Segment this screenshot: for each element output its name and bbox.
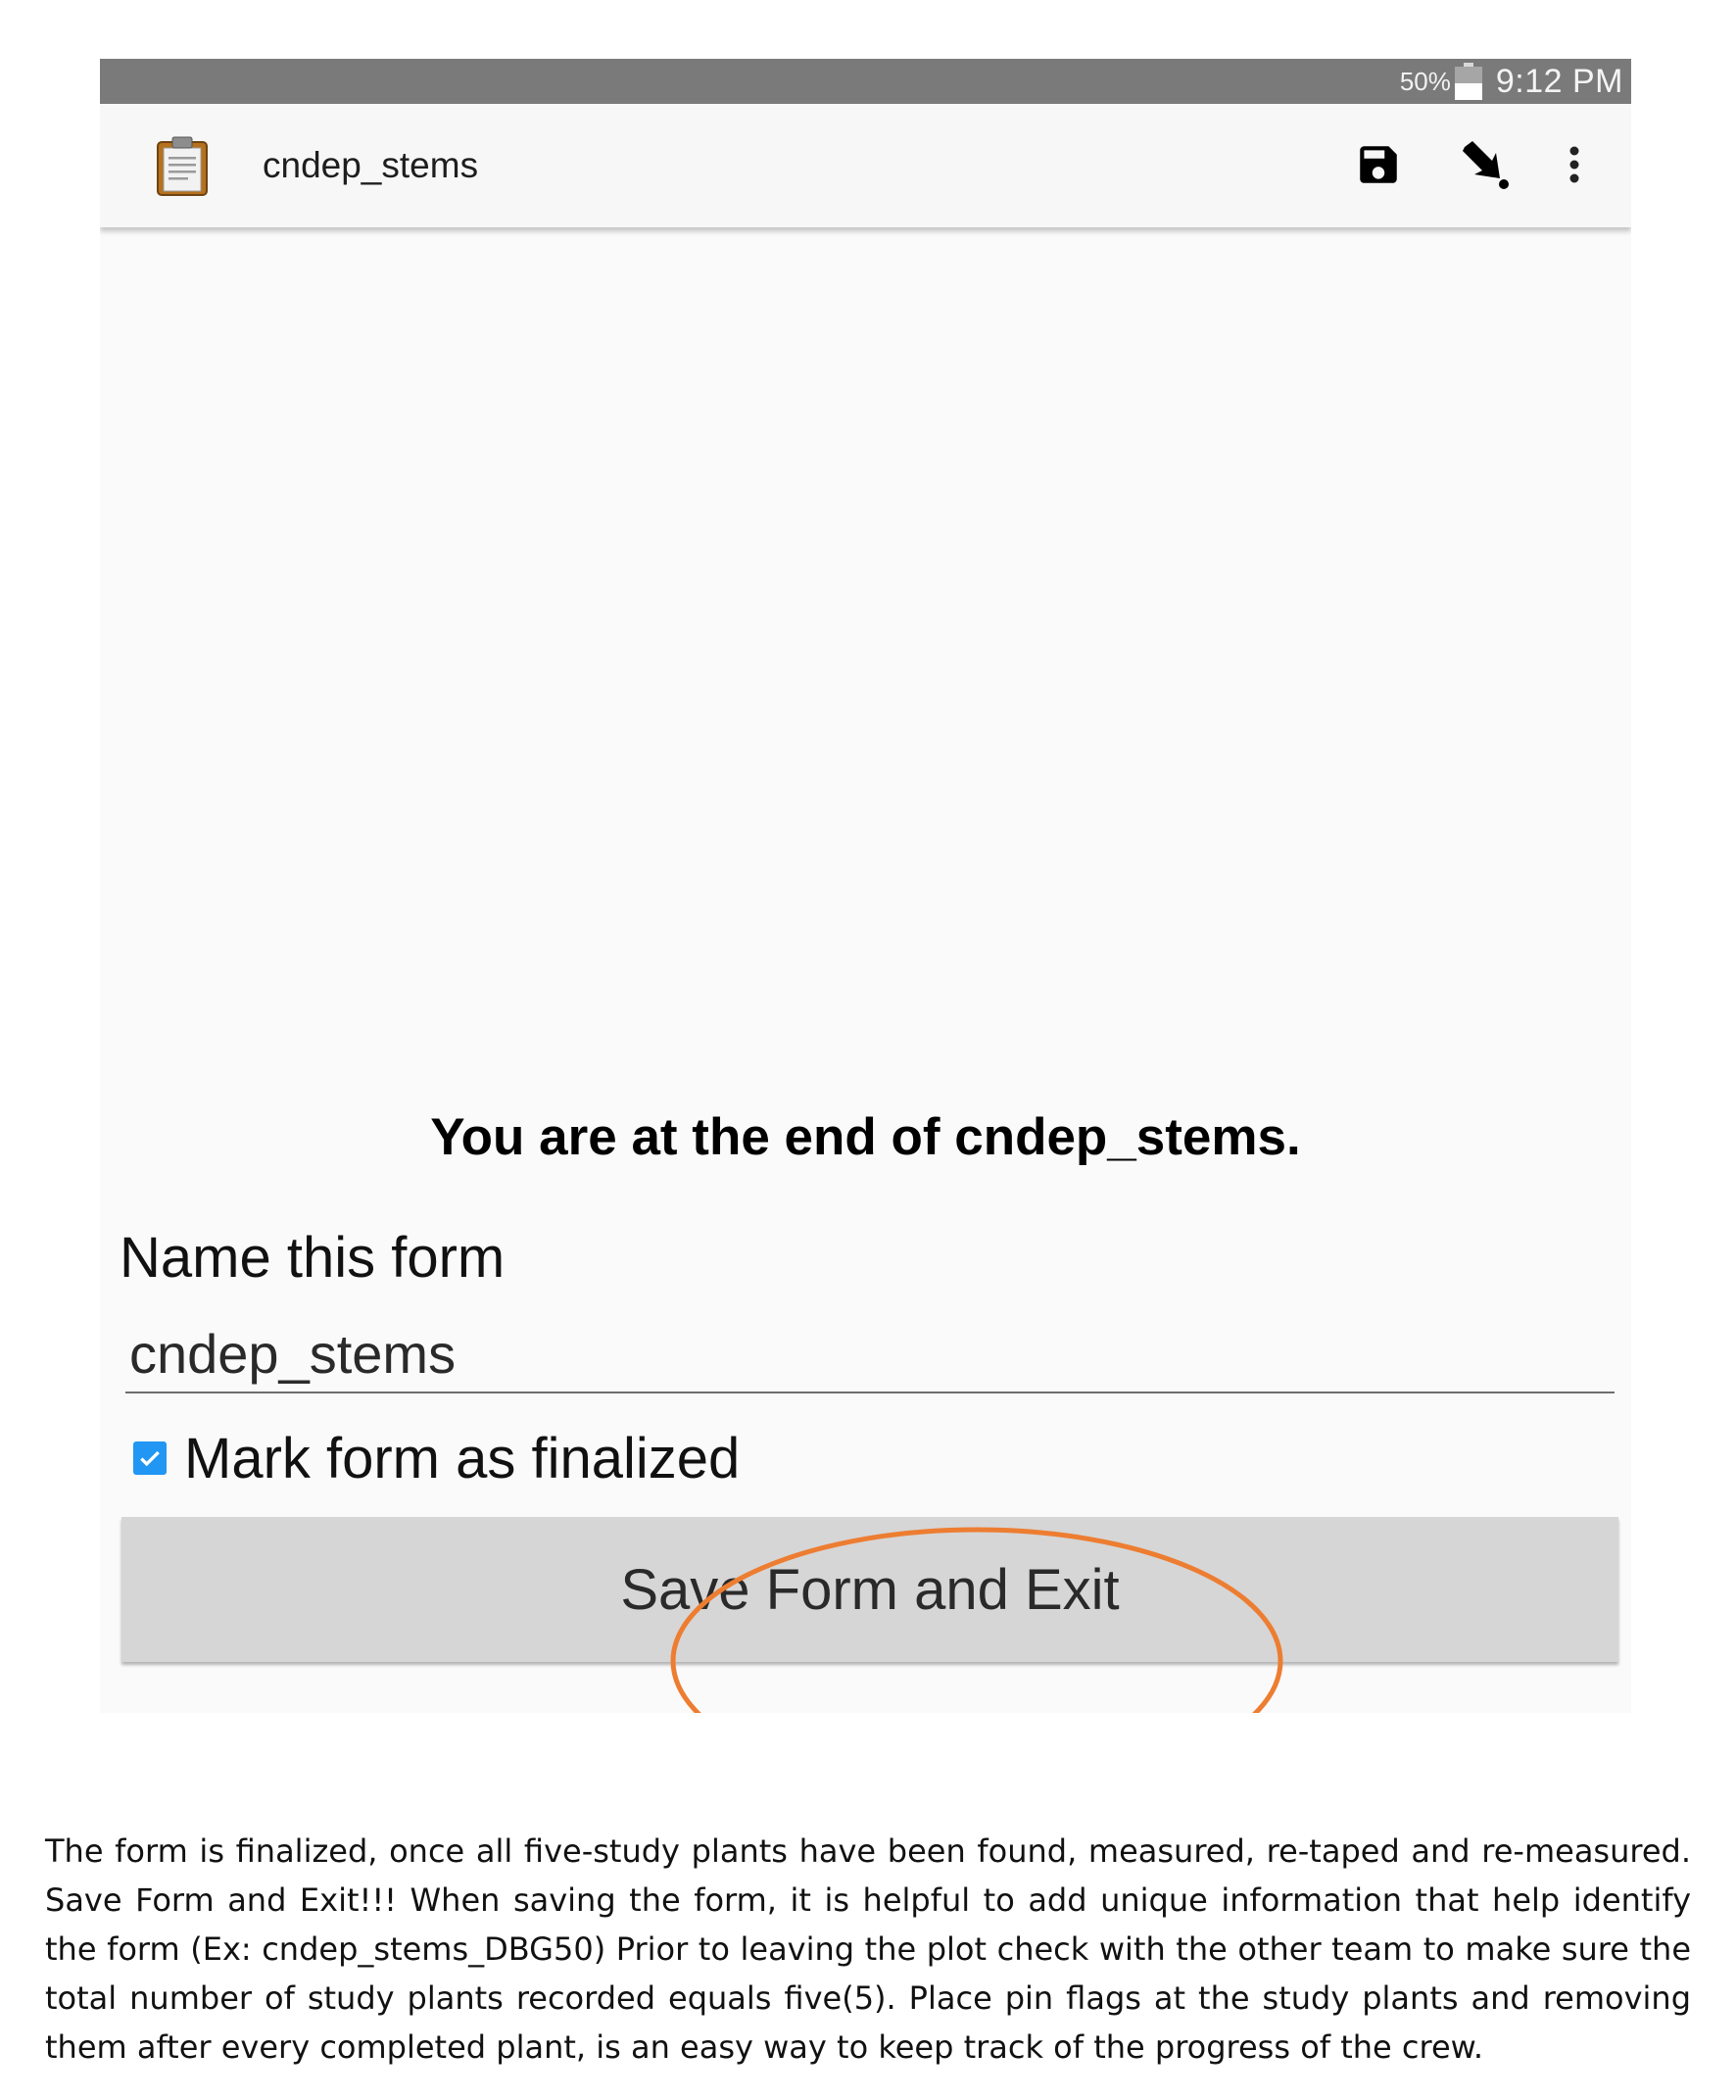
finalize-checkbox[interactable] [133,1441,167,1475]
jump-arrow-icon[interactable] [1452,131,1520,198]
name-form-label: Name this form [120,1226,506,1290]
finalize-checkbox-row[interactable]: Mark form as finalized [133,1419,740,1497]
app-screenshot: 50% 9:12 PM cndep_stems You are at the e… [100,59,1631,1713]
overflow-menu-icon[interactable] [1550,131,1599,198]
save-form-and-exit-button[interactable]: Save Form and Exit [121,1517,1618,1662]
clipboard-icon [155,135,210,196]
battery-percent: 50% [1399,66,1451,96]
finalize-checkbox-label: Mark form as finalized [184,1426,741,1490]
app-title: cndep_stems [263,145,479,185]
save-icon[interactable] [1344,131,1413,198]
battery-fill [1454,83,1482,100]
instructions-paragraph: The form is finalized, once all five-stu… [45,1832,1691,2066]
checkmark-icon [140,1450,160,1467]
form-name-input[interactable] [125,1315,1615,1393]
status-bar: 50% 9:12 PM [100,59,1631,104]
end-of-form-heading: You are at the end of cndep_stems. [430,1108,1301,1166]
document-page: 50% 9:12 PM cndep_stems You are at the e… [0,0,1736,2100]
battery-icon [1454,63,1482,100]
status-clock: 9:12 PM [1495,62,1623,100]
app-bar: cndep_stems [100,104,1631,227]
status-bar-right: 50% 9:12 PM [1400,59,1623,104]
